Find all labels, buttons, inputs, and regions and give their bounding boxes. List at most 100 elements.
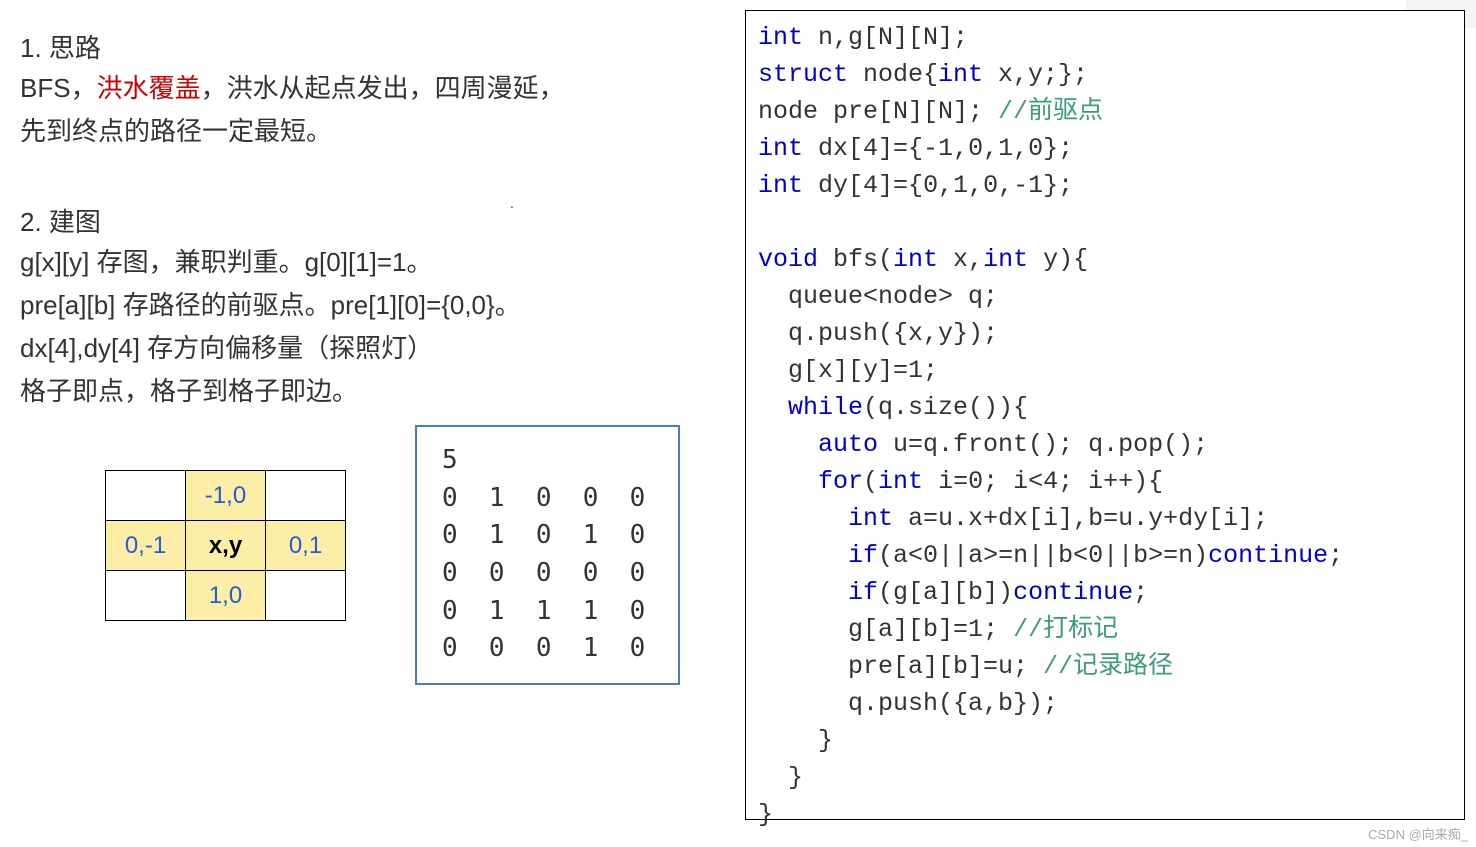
code-num: 1: [1028, 171, 1043, 200]
code-text: [758, 504, 848, 533]
code-keyword: int: [938, 60, 983, 89]
maze-input-box: 5 0 1 0 0 0 0 1 0 1 0 0 0 0 0 0 0 1 1 1 …: [415, 425, 680, 685]
grid-cell-down: 1,0: [186, 571, 266, 621]
code-num: 4: [863, 171, 878, 200]
code-text: ||a>=n||b<: [938, 541, 1088, 570]
code-text: ;: [983, 615, 1013, 644]
red-dot-mark: .: [510, 195, 514, 211]
code-num: 1: [953, 171, 968, 200]
code-text: ;: [923, 356, 938, 385]
grid-cell-empty: [266, 571, 346, 621]
code-keyword: continue: [1013, 578, 1133, 607]
code-text: }: [758, 726, 833, 755]
code-text: x,: [938, 245, 983, 274]
graph-line-2: pre[a][b] 存路径的前驱点。pre[1][0]={0,0}。: [20, 286, 720, 325]
code-text: y){: [1028, 245, 1088, 274]
code-text: ,: [1013, 134, 1028, 163]
code-text: node{: [848, 60, 938, 89]
code-text: queue<node> q;: [758, 282, 998, 311]
code-text: q.push({x,y});: [758, 319, 998, 348]
code-block: int n,g[N][N]; struct node{int x,y;}; no…: [758, 19, 1452, 833]
code-num: 1: [968, 615, 983, 644]
code-keyword: int: [878, 467, 923, 496]
code-text: dx[: [803, 134, 863, 163]
graph-line-1: g[x][y] 存图，兼职判重。g[0][1]=1。: [20, 243, 720, 282]
code-text: [758, 467, 818, 496]
code-num: 0: [1028, 134, 1043, 163]
idea-highlight: 洪水覆盖: [97, 73, 201, 103]
code-comment: //前驱点: [998, 97, 1103, 126]
code-text: ;: [1328, 541, 1343, 570]
code-keyword: int: [893, 245, 938, 274]
maze-text: 5 0 1 0 0 0 0 1 0 1 0 0 0 0 0 0 0 1 1 1 …: [442, 442, 653, 668]
grid-cell-up: -1,0: [186, 471, 266, 521]
code-text: g[x][y]=: [758, 356, 908, 385]
grid-cell-left: 0,-1: [106, 521, 186, 571]
code-text: (q.size()){: [863, 393, 1028, 422]
code-text: ||b>=n): [1103, 541, 1208, 570]
code-text: ,: [968, 171, 983, 200]
code-text: n,g[N][N];: [803, 23, 968, 52]
code-keyword: if: [848, 578, 878, 607]
code-num: 0: [1088, 541, 1103, 570]
watermark: CSDN @向来痴_: [1368, 824, 1468, 843]
code-comment: //记录路径: [1043, 652, 1173, 681]
code-text: (: [863, 467, 878, 496]
code-text: };: [1043, 171, 1073, 200]
code-text: a=u.x+dx[i],b=u.y+dy[i];: [893, 504, 1268, 533]
code-keyword: void: [758, 245, 818, 274]
code-text: };: [1043, 134, 1073, 163]
code-text: }: [758, 800, 773, 829]
code-text: ;: [1133, 578, 1148, 607]
code-text: }: [758, 763, 803, 792]
spacer: [20, 155, 720, 194]
graph-line-3: dx[4],dy[4] 存方向偏移量（探照灯）: [20, 329, 720, 368]
code-keyword: auto: [818, 430, 878, 459]
code-num: 0: [968, 467, 983, 496]
code-text: x,y;};: [983, 60, 1088, 89]
code-keyword: int: [758, 23, 803, 52]
code-text: ,: [938, 171, 953, 200]
code-text: [758, 393, 788, 422]
idea-line-1: BFS，洪水覆盖，洪水从起点发出，四周漫延，: [20, 69, 720, 108]
idea-prefix: BFS，: [20, 73, 97, 103]
code-keyword: continue: [1208, 541, 1328, 570]
code-keyword: int: [758, 171, 803, 200]
code-num: 0: [983, 171, 998, 200]
code-text: [758, 578, 848, 607]
grid-cell-empty: [266, 471, 346, 521]
explanation-panel: 1. 思路 BFS，洪水覆盖，洪水从起点发出，四周漫延， 先到终点的路径一定最短…: [20, 20, 720, 415]
section-2-title: 2. 建图: [20, 202, 720, 239]
graph-line-4: 格子即点，格子到格子即边。: [20, 372, 720, 411]
code-keyword: int: [848, 504, 893, 533]
code-num: 4: [863, 134, 878, 163]
code-text: ,: [983, 134, 998, 163]
grid-cell-center: x,y: [186, 521, 266, 571]
code-text: (g[a][b]): [878, 578, 1013, 607]
code-text: ; i++){: [1058, 467, 1163, 496]
code-text: g[a][b]=: [758, 615, 968, 644]
direction-grid: -1,0 0,-1 x,y 0,1 1,0: [105, 470, 346, 621]
code-num: 0: [968, 134, 983, 163]
code-num: 0: [923, 171, 938, 200]
code-keyword: int: [983, 245, 1028, 274]
code-keyword: while: [788, 393, 863, 422]
code-num: 1: [938, 134, 953, 163]
idea-suffix: ，洪水从起点发出，四周漫延，: [201, 73, 565, 103]
code-text: node pre[N][N];: [758, 97, 998, 126]
code-text: ,-: [998, 171, 1028, 200]
code-text: ,: [953, 134, 968, 163]
code-text: ; i<: [983, 467, 1043, 496]
code-keyword: if: [848, 541, 878, 570]
code-panel: int n,g[N][N]; struct node{int x,y;}; no…: [745, 10, 1465, 820]
grid-cell-empty: [106, 471, 186, 521]
code-num: 4: [1043, 467, 1058, 496]
section-1-title: 1. 思路: [20, 28, 720, 65]
code-num: 1: [998, 134, 1013, 163]
code-keyword: int: [758, 134, 803, 163]
code-text: u=q.front(); q.pop();: [878, 430, 1208, 459]
grid-cell-empty: [106, 571, 186, 621]
table-row: -1,0: [106, 471, 346, 521]
code-keyword: for: [818, 467, 863, 496]
code-text: dy[: [803, 171, 863, 200]
